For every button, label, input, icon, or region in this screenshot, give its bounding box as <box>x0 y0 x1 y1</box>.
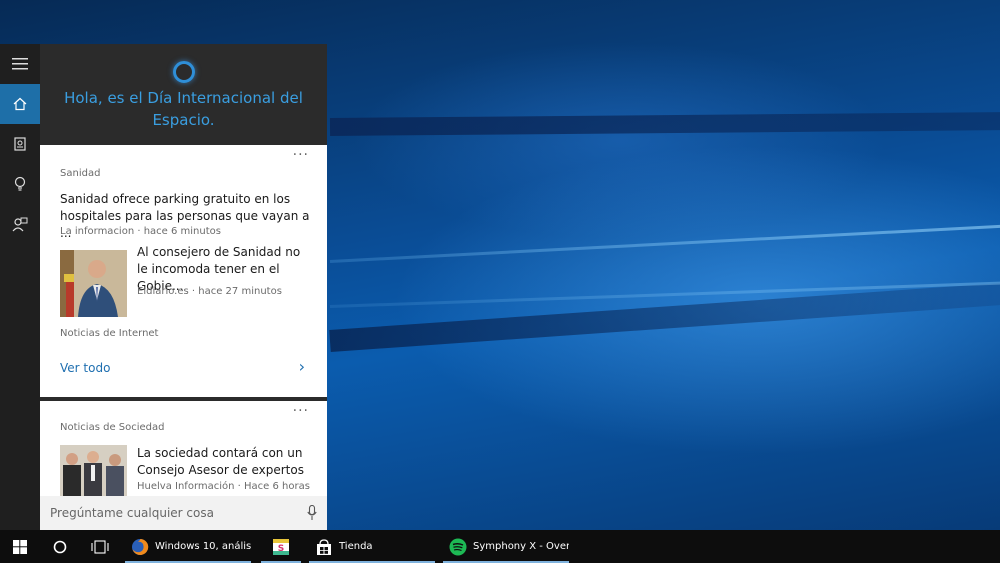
lightbulb-icon[interactable] <box>0 164 40 204</box>
taskbar-app-spotify[interactable]: Symphony X - Over... <box>443 530 569 563</box>
taskbar-app-label: Windows 10, análisi... <box>155 541 251 552</box>
news-feed: ··· Sanidad Sanidad ofrece parking gratu… <box>40 145 327 496</box>
cortana-greeting: Hola, es el Día Internacional del Espaci… <box>64 89 303 129</box>
news-source: Huelva Información · Hace 6 horas <box>137 481 310 492</box>
news-source: La informacion · hace 6 minutos <box>60 226 221 237</box>
more-options-button[interactable]: ··· <box>293 147 309 163</box>
search-input[interactable] <box>50 506 300 520</box>
news-card-sanidad: ··· Sanidad Sanidad ofrece parking gratu… <box>40 145 327 397</box>
svg-text:S: S <box>278 544 284 554</box>
microphone-icon[interactable] <box>307 504 317 525</box>
taskbar-app-slack[interactable]: S <box>261 530 301 563</box>
more-options-button[interactable]: ··· <box>293 403 309 419</box>
cortana-header: Hola, es el Día Internacional del Espaci… <box>40 44 327 145</box>
store-icon <box>315 538 333 556</box>
windows-start-icon[interactable] <box>0 530 40 563</box>
news-card-sociedad: ··· Noticias de Sociedad La sociedad con… <box>40 401 327 496</box>
cortana-icon[interactable] <box>40 530 80 563</box>
see-all-link[interactable]: Ver todo <box>60 361 110 375</box>
news-headline[interactable]: La sociedad contará con un Consejo Aseso… <box>137 445 312 479</box>
taskbar: Windows 10, análisi... S Tienda Symphony… <box>0 530 1000 563</box>
news-category: Sanidad <box>60 168 101 179</box>
taskbar-app-firefox[interactable]: Windows 10, análisi... <box>125 530 251 563</box>
news-category: Noticias de Sociedad <box>60 422 165 433</box>
taskbar-app-store[interactable]: Tienda <box>309 530 435 563</box>
slack-icon: S <box>272 538 290 556</box>
taskbar-app-label: Tienda <box>339 541 373 552</box>
feedback-icon[interactable] <box>0 204 40 244</box>
news-source: Eldiario.es · hace 27 minutos <box>137 286 282 297</box>
home-icon[interactable] <box>0 84 40 124</box>
hamburger-menu-icon[interactable] <box>0 44 40 84</box>
firefox-icon <box>131 538 149 556</box>
cortana-panel: Hola, es el Día Internacional del Espaci… <box>0 44 327 530</box>
news-thumbnail[interactable] <box>60 250 127 317</box>
spotify-icon <box>449 538 467 556</box>
taskbar-app-label: Symphony X - Over... <box>473 541 569 552</box>
cortana-search-box <box>40 496 327 530</box>
news-category: Noticias de Internet <box>60 328 159 339</box>
news-thumbnail[interactable] <box>60 445 127 496</box>
cortana-logo-icon <box>172 61 195 83</box>
cortana-rail <box>0 44 40 530</box>
notebook-icon[interactable] <box>0 124 40 164</box>
chevron-right-icon[interactable]: › <box>299 357 305 376</box>
task-view-icon[interactable] <box>80 530 120 563</box>
